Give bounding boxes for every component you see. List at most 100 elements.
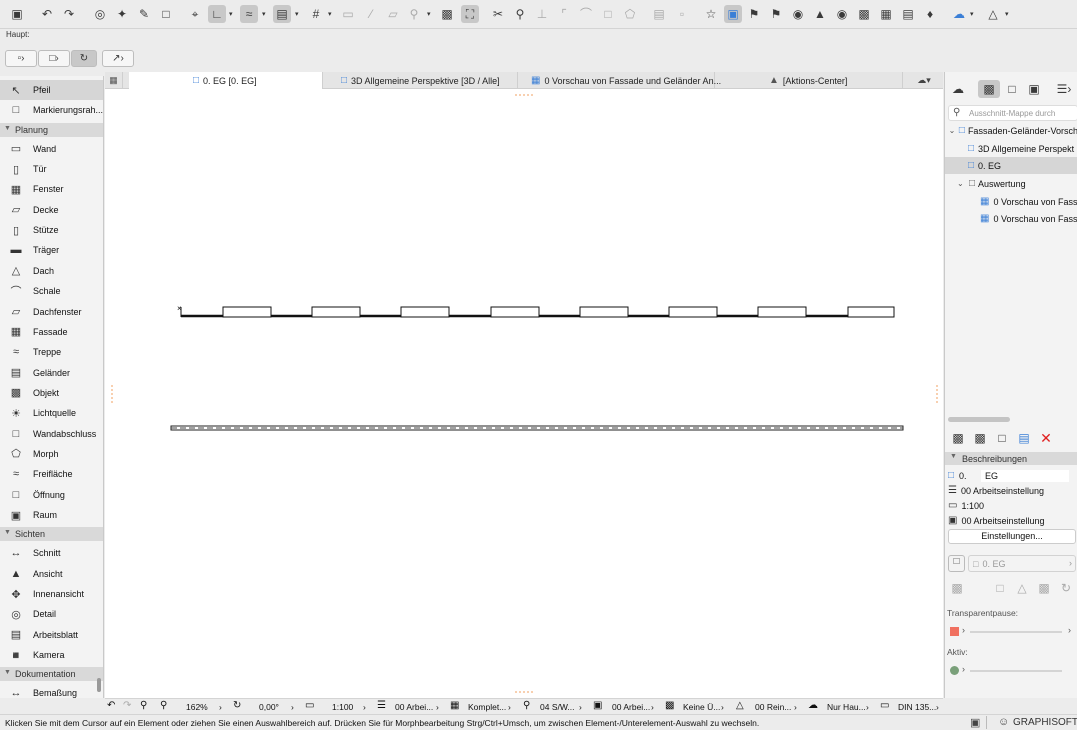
magnify-icon[interactable]: ⚲ [511, 5, 529, 23]
pet-palette-icon[interactable]: ◎ [91, 5, 109, 23]
trace-add-icon[interactable]: □ [991, 579, 1009, 597]
chevron-right-icon[interactable]: › [436, 702, 439, 712]
chevron-right-icon[interactable]: › [651, 702, 654, 712]
magic-wand-icon[interactable]: ✦ [113, 5, 131, 23]
group-planung[interactable]: ▼ Planung [0, 122, 103, 137]
tool-railing[interactable]: ▤ Geländer [0, 363, 103, 383]
tool-elevation[interactable]: ▲ Ansicht [0, 564, 103, 584]
tool-door[interactable]: ▯ Tür [0, 159, 103, 179]
active-slider[interactable]: › [948, 664, 1076, 678]
cloud-icon[interactable]: ☁ [950, 5, 968, 23]
project-map-icon[interactable]: ☁ [949, 80, 967, 98]
chevron-down-icon[interactable]: ▼ [4, 669, 11, 676]
model-row[interactable]: ▣ 00 Arbeitseinstellung [948, 512, 1077, 529]
tool-wall[interactable]: ▭ Wand [0, 139, 103, 159]
chevron-right-icon[interactable]: › [1068, 625, 1071, 635]
chevron-down-icon[interactable]: ▾ [970, 10, 974, 18]
chevron-down-icon[interactable]: ⌄ [957, 179, 969, 188]
chevron-right-icon[interactable]: › [1069, 558, 1072, 568]
layer-combo-icon[interactable]: □ [948, 555, 965, 572]
chevron-down-icon[interactable]: ▾ [427, 10, 431, 18]
tool-object[interactable]: ▩ Objekt [0, 383, 103, 403]
undo-zoom-icon[interactable]: ↶ [107, 700, 115, 711]
element-set-selector[interactable]: ▫› [5, 50, 37, 67]
tree-item-3d[interactable]: □ 3D Allgemeine Perspekt [968, 140, 1077, 157]
angle-value[interactable]: 0,00° [259, 702, 279, 712]
tool-interior-elevation[interactable]: ✥ Innenansicht [0, 584, 103, 604]
report-icon[interactable]: ▤ [899, 5, 917, 23]
tree-item-preview-1[interactable]: ▦ 0 Vorschau von Fassa [980, 193, 1077, 210]
zoom-box-icon[interactable]: ▩ [438, 5, 456, 23]
chevron-down-icon[interactable]: ▼ [950, 453, 957, 460]
markup-icon[interactable]: ⚑ [767, 5, 785, 23]
fit-window-icon[interactable]: ⛶ [461, 5, 479, 23]
model-combo[interactable]: 00 Arbei... [612, 702, 650, 712]
pen-combo[interactable]: 04 S/W... [540, 702, 575, 712]
flag-icon[interactable]: ⚑ [745, 5, 763, 23]
tool-slab[interactable]: ▱ Decke [0, 200, 103, 220]
library-icon[interactable]: ▦ [877, 5, 895, 23]
chevron-right-icon[interactable]: › [579, 702, 582, 712]
distribute-icon[interactable]: ▫ [673, 5, 691, 23]
trace-icon[interactable]: ▩ [948, 579, 966, 597]
chevron-right-icon[interactable]: › [291, 702, 294, 712]
clone-view-icon[interactable]: ▩ [971, 429, 989, 447]
delete-icon[interactable]: ✕ [1037, 429, 1055, 447]
section-header[interactable]: ▼ Beschreibungen [945, 452, 1077, 465]
chevron-right-icon[interactable]: › [962, 625, 965, 635]
renovation-combo[interactable]: 00 Rein... [755, 702, 791, 712]
chevron-right-icon[interactable]: › [721, 702, 724, 712]
star-icon[interactable]: ☆ [702, 5, 720, 23]
tool-roof[interactable]: △ Dach [0, 261, 103, 281]
undo-icon[interactable]: ↶ [38, 5, 56, 23]
tree-item-preview-2[interactable]: ▦ 0 Vorschau von Fassa [980, 210, 1077, 227]
tool-mesh[interactable]: ≈ Freifläche [0, 464, 103, 484]
offset-icon[interactable]: ⬠ [621, 5, 639, 23]
tool-skylight[interactable]: ▱ Dachfenster [0, 302, 103, 322]
shield-icon[interactable]: △ [984, 5, 1002, 23]
wall-tool-icon[interactable]: ▭ [339, 5, 357, 23]
chevron-down-icon[interactable]: ▾ [262, 10, 266, 18]
structure-combo[interactable]: Nur Hau... [827, 702, 866, 712]
tool-shell[interactable]: ⌒ Schale [0, 281, 103, 301]
teamwork-icon[interactable]: ◉ [789, 5, 807, 23]
tool-lamp[interactable]: ☀ Lichtquelle [0, 403, 103, 423]
trace-reset-icon[interactable]: ↻ [1057, 579, 1075, 597]
tab-menu-icon[interactable]: ☁▾ [905, 72, 943, 89]
tool-curtain-wall[interactable]: ▦ Fassade [0, 322, 103, 342]
override-combo[interactable]: Keine Ü... [683, 702, 720, 712]
chevron-down-icon[interactable]: ▼ [4, 125, 11, 132]
tab-action-center[interactable]: ▲ [Aktions-Center] [715, 72, 903, 89]
zoom-out-icon[interactable]: ⚲ [160, 700, 167, 711]
user-icon[interactable]: ☺ [998, 716, 1009, 728]
save-icon[interactable]: ▣ [8, 5, 26, 23]
lock-icon[interactable]: ⚲ [405, 5, 423, 23]
color-swatch[interactable] [950, 666, 959, 675]
tool-marquee[interactable]: □ Markierungsrah... [0, 100, 103, 120]
tab-3d[interactable]: □ 3D Allgemeine Perspektive [3D / Alle] [323, 72, 518, 89]
pencil-icon[interactable]: ✎ [135, 5, 153, 23]
chevron-right-icon[interactable]: › [962, 664, 965, 674]
chevron-right-icon[interactable]: › [363, 702, 366, 712]
grid-icon[interactable]: # [307, 5, 325, 23]
drawing-canvas[interactable]: × [105, 89, 943, 698]
preview-selector[interactable]: □ □ 0. EG › [948, 555, 1076, 572]
settings-button[interactable]: Einstellungen... [948, 529, 1076, 544]
fill-tool-icon[interactable]: ▱ [384, 5, 402, 23]
pointer-mode-selector[interactable]: ↗› [102, 50, 134, 67]
chevron-down-icon[interactable]: ▾ [295, 10, 299, 18]
new-view-icon[interactable]: ▩ [949, 429, 967, 447]
trim-icon[interactable]: ⊥ [533, 5, 551, 23]
chevron-right-icon[interactable]: › [508, 702, 511, 712]
search-input[interactable]: Ausschnitt-Mappe durch [969, 109, 1055, 118]
trace-compare-icon[interactable]: ▩ [1035, 579, 1053, 597]
layout-book-icon[interactable]: ▣ [724, 5, 742, 23]
tree-root[interactable]: ⌄ □ Fassaden-Geländer-Vorsch [945, 122, 1077, 139]
tool-opening[interactable]: □ Öffnung [0, 485, 103, 505]
view-map-icon[interactable]: ▩ [978, 80, 1000, 98]
chevron-right-icon[interactable]: › [794, 702, 797, 712]
tool-detail[interactable]: ◎ Detail [0, 604, 103, 624]
layout-book-icon[interactable]: □ [1003, 80, 1021, 98]
transparency-slider[interactable]: › › [948, 625, 1076, 639]
tag-icon[interactable]: ♦ [921, 5, 939, 23]
